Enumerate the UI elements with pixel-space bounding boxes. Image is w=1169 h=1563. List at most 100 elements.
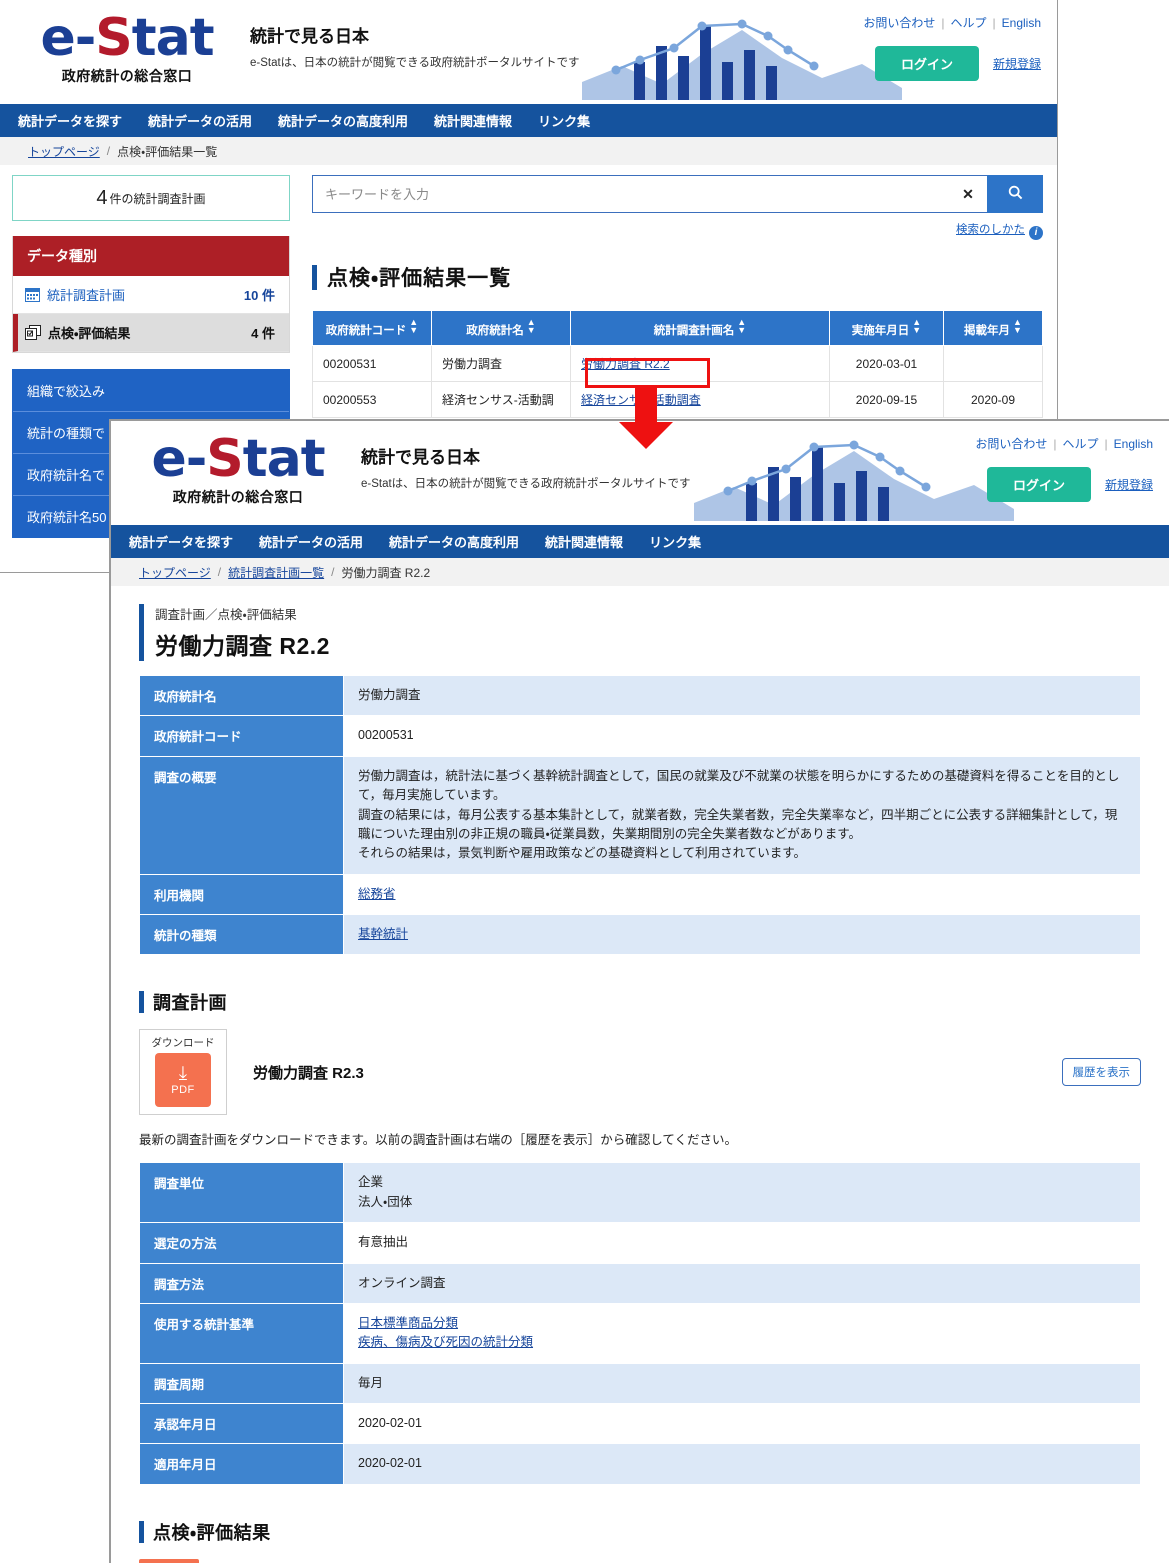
cell-plan-name-2: 経済センサス活動調査 [570, 381, 830, 418]
show-history-button[interactable]: 履歴を表示 [1061, 1058, 1141, 1087]
info-icon[interactable]: i [1029, 226, 1043, 240]
sort-icon-1[interactable]: ▲ ▼ [409, 318, 418, 335]
plan-row-unit: 調査単位 企業 法人・団体 [139, 1162, 1141, 1224]
site-title-2: 統計で見る日本 [361, 448, 480, 467]
col-stat-code[interactable]: 政府統計コード▲ ▼ [312, 310, 432, 346]
sort-icon-4[interactable]: ▲ ▼ [912, 318, 921, 335]
plan-row-method: 調査方法 オンライン調査 [139, 1262, 1141, 1304]
download-format-label: PDF [171, 1083, 195, 1096]
nav-item-related-info-2[interactable]: 統計関連情報 [545, 532, 623, 551]
breadcrumb-home[interactable]: トップページ [28, 143, 100, 160]
result-count-suffix: 件の統計調査計画 [109, 191, 206, 206]
col-publish-month[interactable]: 掲載年月▲ ▼ [943, 310, 1043, 346]
link-separator-4: | [1104, 437, 1108, 451]
breadcrumb-home-2[interactable]: トップページ [139, 564, 211, 581]
contact-link[interactable]: お問い合わせ [863, 16, 935, 30]
register-link-2[interactable]: 新規登録 [1105, 476, 1153, 493]
table-row[interactable]: 00200531 労働力調査 労働力調査 R2.2 2020-03-01 [312, 345, 1043, 382]
breadcrumb-plan-list[interactable]: 統計調査計画一覧 [228, 564, 324, 581]
register-link[interactable]: 新規登録 [993, 55, 1041, 72]
breadcrumb-current-2: 労働力調査 R2.2 [341, 565, 431, 580]
plan-label-unit: 調査単位 [139, 1162, 344, 1224]
col-survey-date[interactable]: 実施年月日▲ ▼ [829, 310, 944, 346]
how-to-search-link[interactable]: 検索のしかた [956, 224, 1025, 236]
detail-accent-bar [139, 604, 144, 661]
calendar-icon [25, 287, 40, 302]
overview-row-agency: 利用機関 総務省 [139, 873, 1141, 916]
plan-name-link-2[interactable]: 経済センサス活動調査 [581, 393, 701, 407]
detail-page-header: 調査計画／点検・評価結果 労働力調査 R2.2 [139, 604, 1141, 661]
nav-item-search-data[interactable]: 統計データを探す [18, 111, 122, 130]
facet-item-evaluation-result[interactable]: 点検・評価結果 4 件 [13, 314, 289, 352]
search-submit-button[interactable] [987, 175, 1043, 213]
col-stat-name[interactable]: 政府統計名▲ ▼ [431, 310, 571, 346]
overview-label-summary: 調査の概要 [139, 755, 344, 875]
stat-type-link[interactable]: 基幹統計 [358, 927, 408, 941]
result-section-title: 点検・評価結果 [153, 1522, 271, 1543]
plan-value-effective-date: 2020-02-01 [343, 1443, 1141, 1485]
col-plan-name[interactable]: 統計調査計画名▲ ▼ [570, 310, 830, 346]
facet-item-label-wrap-2: 点検・評価結果 [25, 323, 130, 342]
nav-item-search-data-2[interactable]: 統計データを探す [129, 532, 233, 551]
site-description: e-Statは、日本の統計が閲覧できる政府統計ポータルサイトです [250, 57, 580, 69]
utility-links-2: お問い合わせ | ヘルプ | English [975, 435, 1153, 452]
sort-icon-5[interactable]: ▲ ▼ [1013, 318, 1022, 335]
help-link-2[interactable]: ヘルプ [1063, 437, 1099, 451]
plan-detail-table: 調査単位 企業 法人・団体 選定の方法 有意抽出 調査方法 オンライン調査 使用… [139, 1162, 1141, 1485]
estat-logo[interactable]: e-Stat 政府統計の総合窓口 [32, 12, 222, 86]
nav-item-related-info[interactable]: 統計関連情報 [434, 111, 512, 130]
result-count-number: 4 [96, 186, 108, 209]
overview-value-stat-code: 00200531 [343, 715, 1141, 757]
page-title-block: 点検・評価結果一覧 [312, 262, 1043, 292]
english-link-2[interactable]: English [1114, 437, 1153, 451]
col-survey-date-label: 実施年月日 [851, 325, 910, 337]
col-publish-month-label: 掲載年月 [964, 325, 1011, 337]
plan-value-standards: 日本標準商品分類 疾病、傷病及び死因の統計分類 [343, 1302, 1141, 1364]
main-navigation: 統計データを探す 統計データの活用 統計データの高度利用 統計関連情報 リンク集 [0, 104, 1057, 137]
standard-link[interactable]: 日本標準商品分類 疾病、傷病及び死因の統計分類 [358, 1316, 533, 1349]
login-button-2[interactable]: ログイン [986, 467, 1091, 502]
plan-detail-table-body: 調査単位 企業 法人・団体 選定の方法 有意抽出 調査方法 オンライン調査 使用… [139, 1162, 1141, 1485]
clear-search-button[interactable]: ✕ [949, 175, 987, 213]
help-link[interactable]: ヘルプ [951, 16, 987, 30]
site-header: e-Stat 政府統計の総合窓口 統計で見る日本 e-Statは、日本の統計が閲… [0, 0, 1057, 104]
plan-section-header: 調査計画 [139, 989, 1141, 1015]
logo-subtitle-2: 政府統計の総合窓口 [172, 489, 304, 505]
english-link[interactable]: English [1002, 16, 1041, 30]
result-section-header: 点検・評価結果 [139, 1519, 1141, 1545]
filter-by-organization[interactable]: 組織で絞込み [13, 370, 289, 412]
result-pdf-chip[interactable]: ⤓ PDF [139, 1558, 199, 1563]
facet-item-survey-plan[interactable]: 統計調査計画 10 件 [13, 276, 289, 314]
site-title-block-2: 統計で見る日本 e-Statは、日本の統計が閲覧できる政府統計ポータルサイトです [361, 443, 690, 491]
login-row-2: ログイン 新規登録 [986, 467, 1153, 502]
nav-item-links[interactable]: リンク集 [538, 111, 590, 130]
plan-name-link[interactable]: 労働力調査 R2.2 [581, 357, 670, 371]
search-input[interactable] [312, 175, 949, 213]
cell-stat-name-2: 経済センサス-活動調 [431, 381, 571, 418]
sort-icon-2[interactable]: ▲ ▼ [527, 318, 536, 335]
agency-link[interactable]: 総務省 [358, 887, 396, 901]
plan-label-standards: 使用する統計基準 [139, 1302, 344, 1364]
estat-logo-2[interactable]: e-Stat 政府統計の総合窓口 [143, 433, 333, 507]
overview-value-summary: 労働力調査は，統計法に基づく基幹統計調査として，国民の就業及び不就業の状態を明ら… [343, 755, 1141, 875]
nav-item-links-2[interactable]: リンク集 [649, 532, 701, 551]
download-caption: ダウンロード [151, 1037, 215, 1050]
overview-row-stat-code: 政府統計コード 00200531 [139, 715, 1141, 757]
result-pdf-row[interactable]: ⤓ PDF 労働力調査 R2.2 点検結果 [139, 1558, 1141, 1563]
nav-item-data-usage-2[interactable]: 統計データの活用 [259, 532, 363, 551]
login-button[interactable]: ログイン [874, 46, 979, 81]
login-row: ログイン 新規登録 [874, 46, 1041, 81]
nav-item-advanced-usage[interactable]: 統計データの高度利用 [278, 111, 408, 130]
logo-tat: tat [131, 8, 215, 68]
facet-item-count-2: 4 件 [251, 326, 275, 341]
contact-link-2[interactable]: お問い合わせ [975, 437, 1047, 451]
nav-item-data-usage[interactable]: 統計データの活用 [148, 111, 252, 130]
nav-item-advanced-usage-2[interactable]: 統計データの高度利用 [389, 532, 519, 551]
download-pdf-card[interactable]: ダウンロード ⤓ PDF [139, 1029, 227, 1116]
table-row[interactable]: 00200553 経済センサス-活動調 経済センサス活動調査 2020-09-1… [312, 381, 1043, 418]
overview-value-stat-name: 労働力調査 [343, 674, 1141, 717]
breadcrumb-separator-3: / [217, 565, 222, 579]
page-title: 点検・評価結果一覧 [327, 267, 512, 290]
overview-label-stat-name: 政府統計名 [139, 674, 344, 717]
sort-icon-3[interactable]: ▲ ▼ [737, 318, 746, 335]
